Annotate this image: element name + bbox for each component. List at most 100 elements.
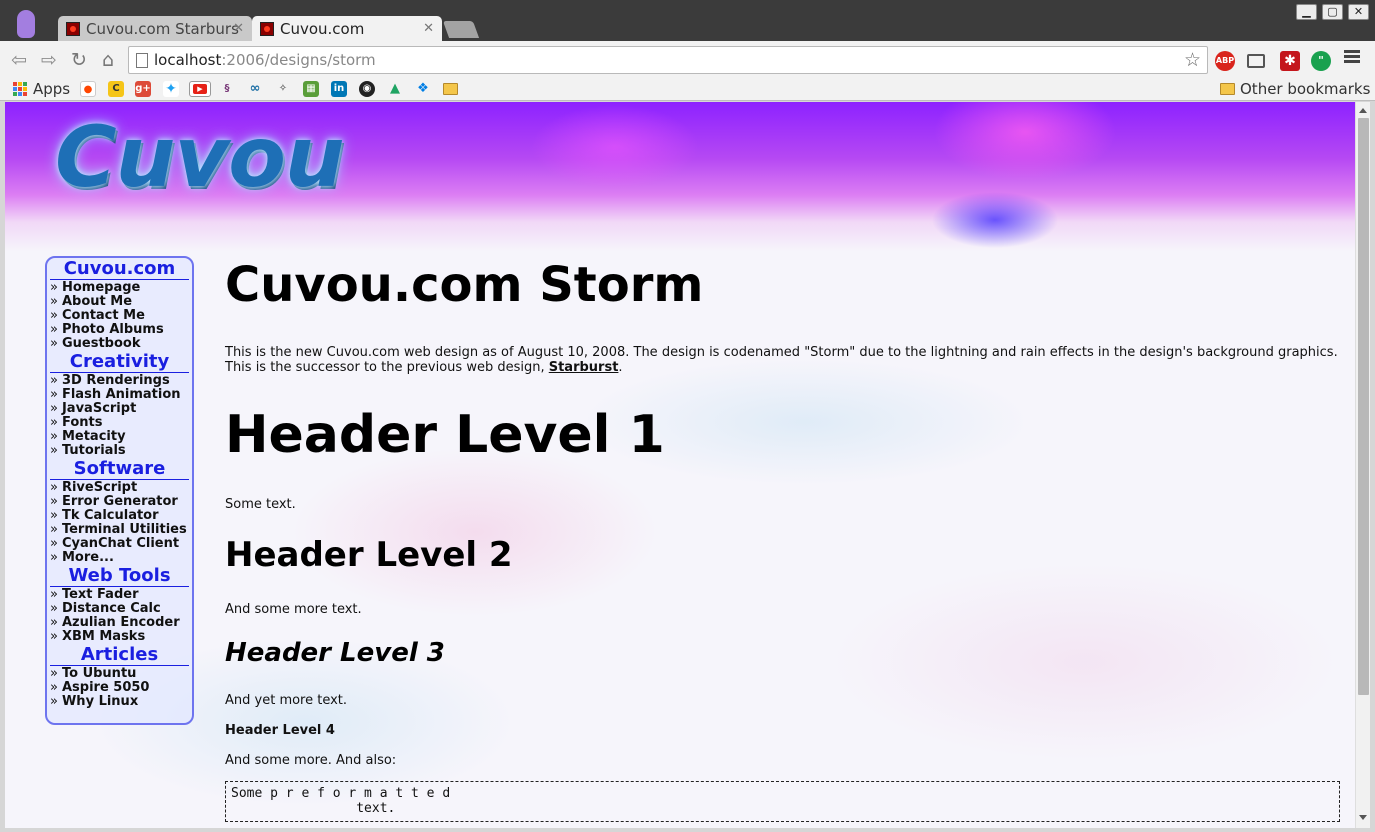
nav-link-to-ubuntu[interactable]: » To Ubuntu [50, 667, 189, 681]
tab-close-icon[interactable]: ✕ [233, 16, 244, 42]
body-text: And yet more text. [225, 693, 348, 708]
header-level-3: Header Level 3 [225, 638, 445, 668]
folder-icon [1220, 83, 1235, 95]
cuvou-favicon-icon [260, 22, 274, 36]
maximize-button[interactable]: ▢ [1322, 4, 1343, 20]
bookmark-link-icon[interactable]: § [219, 81, 235, 97]
bookmark-icon[interactable]: ✧ [275, 81, 291, 97]
browser-toolbar: ⇦ ⇨ ↻ ⌂ localhost:2006/designs/storm ☆ A… [0, 41, 1375, 78]
reload-icon[interactable]: ↻ [68, 49, 90, 71]
nav-link-flash-animation[interactable]: » Flash Animation [50, 388, 189, 402]
lastpass-icon[interactable]: ✱ [1280, 51, 1300, 71]
nav-link-why-linux[interactable]: » Why Linux [50, 695, 189, 709]
nav-link-photo-albums[interactable]: » Photo Albums [50, 323, 189, 337]
apps-grid-icon[interactable] [13, 82, 27, 96]
other-bookmarks[interactable]: Other bookmarks [1240, 78, 1370, 100]
storm-banner: Cuvou [5, 102, 1355, 252]
maps-icon[interactable]: ▦ [303, 81, 319, 97]
nav-link-contact-me[interactable]: » Contact Me [50, 309, 189, 323]
google-plus-icon[interactable]: g+ [135, 81, 151, 97]
header-level-4: Header Level 4 [225, 723, 335, 738]
tab-close-icon[interactable]: ✕ [423, 16, 434, 42]
adblock-plus-icon[interactable]: ABP [1215, 51, 1235, 71]
intro-paragraph: This is the new Cuvou.com web design as … [225, 345, 1338, 375]
browser-titlebar: Cuvou.com Starburs ✕ Cuvou.com ✕ ▁ ▢ ✕ [0, 0, 1375, 42]
reddit-icon[interactable]: ● [80, 81, 96, 97]
nav-link-xbm-masks[interactable]: » XBM Masks [50, 630, 189, 644]
bookmark-star-icon[interactable]: ☆ [1184, 47, 1201, 73]
nav-heading: Cuvou.com [50, 258, 189, 280]
body-text: Some text. [225, 497, 296, 512]
link-icon[interactable]: ∞ [247, 81, 263, 97]
page-icon [136, 53, 148, 68]
nav-link-tutorials[interactable]: » Tutorials [50, 444, 189, 458]
tab-cuvou[interactable]: Cuvou.com ✕ [252, 16, 442, 42]
nav-link-cyanchat-client[interactable]: » CyanChat Client [50, 537, 189, 551]
close-window-button[interactable]: ✕ [1348, 4, 1369, 20]
youtube-icon[interactable]: ▶ [189, 81, 211, 97]
cast-icon[interactable] [1247, 54, 1265, 68]
site-logo[interactable]: Cuvou [55, 108, 345, 206]
page-scrollbar[interactable] [1355, 102, 1370, 828]
nav-heading: Web Tools [50, 565, 189, 587]
tab-title: Cuvou.com [280, 20, 365, 38]
nav-link-distance-calc[interactable]: » Distance Calc [50, 602, 189, 616]
nav-link-terminal-utilities[interactable]: » Terminal Utilities [50, 523, 189, 537]
hangouts-icon[interactable]: " [1311, 51, 1331, 71]
url-text[interactable]: localhost:2006/designs/storm [154, 47, 376, 73]
header-level-2: Header Level 2 [225, 535, 513, 575]
starburst-link[interactable]: Starburst [549, 360, 619, 375]
linkedin-icon[interactable]: in [331, 81, 347, 97]
nav-heading: Creativity [50, 351, 189, 373]
scroll-thumb[interactable] [1358, 118, 1369, 695]
tab-starburst[interactable]: Cuvou.com Starburs ✕ [58, 16, 252, 42]
nav-link-azulian-encoder[interactable]: » Azulian Encoder [50, 616, 189, 630]
nav-section-web-tools: Web Tools » Text Fader » Distance Calc » Az… [50, 565, 189, 644]
folder-icon[interactable] [443, 83, 458, 95]
nav-heading: Software [50, 458, 189, 480]
nav-link-aspire-5050[interactable]: » Aspire 5050 [50, 681, 189, 695]
minimize-button[interactable]: ▁ [1296, 4, 1317, 20]
nav-link-about-me[interactable]: » About Me [50, 295, 189, 309]
header-level-1: Header Level 1 [225, 405, 665, 465]
dropbox-icon[interactable]: ❖ [415, 81, 431, 97]
nav-link-metacity[interactable]: » Metacity [50, 430, 189, 444]
nav-link-fonts[interactable]: » Fonts [50, 416, 189, 430]
bookmark-apps[interactable]: Apps [33, 78, 70, 100]
nav-link-guestbook[interactable]: » Guestbook [50, 337, 189, 351]
twitter-icon[interactable]: ✦ [163, 81, 179, 97]
page-viewport: Cuvou Cuvou.com » Homepage » About Me » Con… [5, 102, 1355, 828]
nav-section-articles: Articles » To Ubuntu » Aspire 5050 » Why Li… [50, 644, 189, 709]
page-title: Cuvou.com Storm [225, 257, 704, 313]
scroll-up-icon[interactable] [1359, 108, 1367, 113]
bookmarks-bar: Apps ● C g+ ✦ ▶ § ∞ ✧ ▦ in ◉ ▲ ❖ Other b… [0, 78, 1375, 101]
scroll-down-icon[interactable] [1359, 815, 1367, 820]
body-text: And some more. And also: [225, 753, 397, 768]
nav-link-javascript[interactable]: » JavaScript [50, 402, 189, 416]
nav-link-3d-renderings[interactable]: » 3D Renderings [50, 374, 189, 388]
nav-link-homepage[interactable]: » Homepage [50, 281, 189, 295]
chrome-menu-icon[interactable] [1344, 50, 1360, 66]
nav-link-text-fader[interactable]: » Text Fader [50, 588, 189, 602]
nav-link-error-generator[interactable]: » Error Generator [50, 495, 189, 509]
nav-heading: Articles [50, 644, 189, 666]
address-bar[interactable]: localhost:2006/designs/storm ☆ [128, 46, 1208, 74]
nav-link-rivescript[interactable]: » RiveScript [50, 481, 189, 495]
site-navigation: Cuvou.com » Homepage » About Me » Contact M… [45, 256, 194, 725]
tab-title: Cuvou.com Starburs [86, 20, 239, 38]
nav-section-cuvou: Cuvou.com » Homepage » About Me » Contact M… [50, 258, 189, 351]
profile-icon[interactable] [17, 10, 35, 38]
body-text: And some more text. [225, 602, 362, 617]
google-drive-icon[interactable]: ▲ [387, 81, 403, 97]
forward-icon[interactable]: ⇨ [38, 49, 60, 71]
nav-link-more[interactable]: » More... [50, 551, 189, 565]
nav-link-tk-calculator[interactable]: » Tk Calculator [50, 509, 189, 523]
back-icon[interactable]: ⇦ [8, 49, 30, 71]
cuvou-favicon-icon [66, 22, 80, 36]
new-tab-button[interactable] [442, 21, 480, 38]
bookmark-icon[interactable]: C [108, 81, 124, 97]
github-icon[interactable]: ◉ [359, 81, 375, 97]
preformatted-block: Some p r e f o r m a t t e d text. [225, 781, 1340, 822]
nav-section-software: Software » RiveScript » Error Generator » T… [50, 458, 189, 565]
home-icon[interactable]: ⌂ [97, 49, 119, 71]
